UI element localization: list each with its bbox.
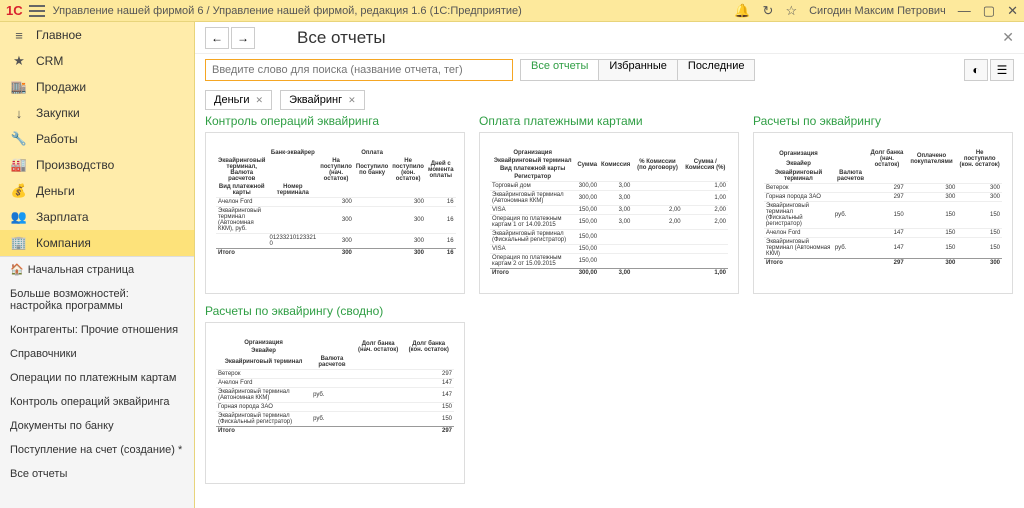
sidebar-item-main[interactable]: ≡Главное [0,22,194,48]
main: ← → Все отчеты ✕ Все отчеты Избранные По… [195,22,1024,508]
bell-icon[interactable]: 🔔 [734,3,750,19]
report-preview[interactable]: ОрганизацияДолг банка (нач. остаток)Опла… [753,132,1013,294]
view-list-button[interactable]: ☰ [990,59,1014,81]
remove-tag-icon[interactable]: ✕ [256,95,264,106]
store-icon: 🏬 [10,79,28,95]
report-card: Контроль операций эквайринга Банк-эквайр… [205,114,465,294]
sec-item[interactable]: Контроль операций эквайринга [0,390,194,414]
sidebar-item-money[interactable]: 💰Деньги [0,178,194,204]
menu-icon[interactable] [29,5,45,17]
minimize-icon[interactable]: — [958,3,971,18]
sec-item[interactable]: Контрагенты: Прочие отношения [0,318,194,342]
sidebar-item-company[interactable]: 🏢Компания [0,230,194,256]
sidebar-item-jobs[interactable]: 🔧Работы [0,126,194,152]
segment-favorites[interactable]: Избранные [598,59,678,81]
report-link[interactable]: Контроль операций эквайринга [205,114,465,128]
sec-item[interactable]: Операции по платежным картам [0,366,194,390]
sec-item[interactable]: Поступление на счет (создание) * [0,438,194,462]
segment-recent[interactable]: Последние [677,59,756,81]
list-icon: ≡ [10,28,28,43]
money-icon: 💰 [10,183,28,199]
sec-item[interactable]: Документы по банку [0,414,194,438]
sec-item[interactable]: Больше возможностей: настройка программы [0,282,194,318]
building-icon: 🏢 [10,235,28,251]
titlebar: 1С Управление нашей фирмой 6 / Управлени… [0,0,1024,22]
report-preview[interactable]: ОрганизацияДолг банка (нач. остаток)Долг… [205,322,465,484]
window-title: Управление нашей фирмой 6 / Управление н… [53,5,735,17]
nav-forward-button[interactable]: → [231,27,255,49]
nav-back-button[interactable]: ← [205,27,229,49]
sidebar-item-salary[interactable]: 👥Зарплата [0,204,194,230]
home-icon: 🏠 [10,264,24,276]
report-card: Расчеты по эквайрингу (сводно) Организац… [205,304,465,484]
sec-item[interactable]: Справочники [0,342,194,366]
close-page-icon[interactable]: ✕ [1002,29,1014,46]
search-input[interactable] [205,59,513,81]
sidebar-item-purchases[interactable]: ↓Закупки [0,100,194,126]
segment-all[interactable]: Все отчеты [520,59,599,81]
report-card: Расчеты по эквайрингу ОрганизацияДолг ба… [753,114,1013,294]
close-icon[interactable]: ✕ [1007,3,1018,19]
down-icon: ↓ [10,106,28,121]
remove-tag-icon[interactable]: ✕ [348,95,356,106]
report-link[interactable]: Расчеты по эквайрингу [753,114,1013,128]
star-icon[interactable]: ☆ [785,3,797,19]
sec-item[interactable]: Все отчеты [0,462,194,486]
report-link[interactable]: Расчеты по эквайрингу (сводно) [205,304,465,318]
report-card: Оплата платежными картами ОрганизацияСум… [479,114,739,294]
history-icon[interactable]: ↻ [763,3,774,19]
wrench-icon: 🔧 [10,131,28,147]
maximize-icon[interactable]: ▢ [983,3,995,19]
sidebar-item-crm[interactable]: ★CRM [0,48,194,74]
report-link[interactable]: Оплата платежными картами [479,114,739,128]
logo-1c: 1С [6,3,23,18]
report-preview[interactable]: ОрганизацияСуммаКомиссия% Комиссии (по д… [479,132,739,294]
sidebar-item-sales[interactable]: 🏬Продажи [0,74,194,100]
page-title: Все отчеты [297,28,386,48]
report-preview[interactable]: Банк-эквайрерОплата Эквайринговый термин… [205,132,465,294]
star-icon: ★ [10,53,28,69]
filter-tag-money[interactable]: Деньги✕ [205,90,272,110]
sidebar: ≡Главное ★CRM 🏬Продажи ↓Закупки 🔧Работы … [0,22,195,508]
sidebar-item-production[interactable]: 🏭Производство [0,152,194,178]
filter-tag-acquiring[interactable]: Эквайринг✕ [280,90,365,110]
sec-item[interactable]: 🏠Начальная страница [0,257,194,282]
people-icon: 👥 [10,209,28,225]
username: Сигодин Максим Петрович [809,5,946,17]
factory-icon: 🏭 [10,157,28,173]
view-cards-button[interactable]: ◐ [964,59,988,81]
